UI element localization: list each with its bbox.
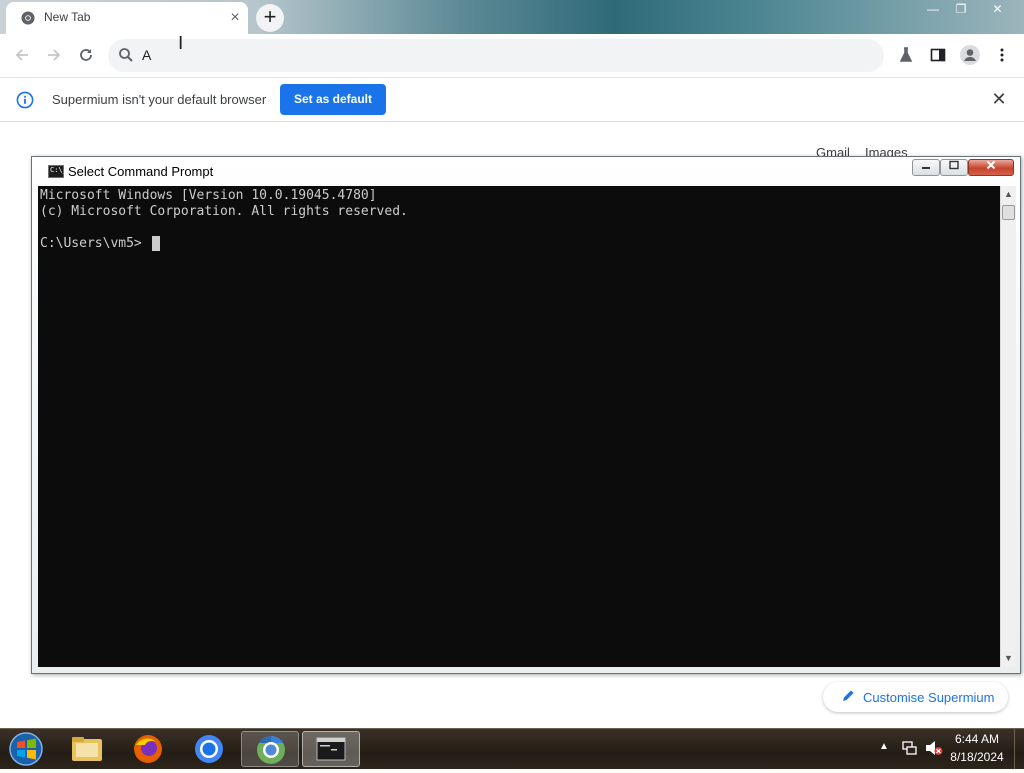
- browser-tab-strip: New Tab × + — ❐ ✕: [0, 0, 1024, 34]
- minimize-icon: [922, 167, 930, 169]
- console-caret: [152, 236, 160, 251]
- taskbar: ▲ 6:44 AM 8/18/2024: [0, 728, 1024, 769]
- tab-title: New Tab: [44, 10, 91, 24]
- flask-icon: [899, 47, 913, 62]
- chromium-icon: [257, 736, 285, 764]
- tab-close-icon[interactable]: ×: [225, 8, 245, 28]
- console-line: (c) Microsoft Corporation. All rights re…: [40, 204, 408, 219]
- default-browser-infobar: Supermium isn't your default browser Set…: [0, 77, 1024, 122]
- kebab-menu-icon: [1000, 48, 1004, 62]
- cmd-minimize-button[interactable]: [912, 159, 940, 176]
- folder-icon: [72, 737, 102, 761]
- cmd-maximize-button[interactable]: [940, 159, 968, 176]
- infobar-message: Supermium isn't your default browser: [52, 92, 267, 107]
- infobar-close-icon[interactable]: ✕: [988, 88, 1010, 110]
- start-button[interactable]: [6, 730, 46, 768]
- new-tab-button[interactable]: +: [256, 4, 284, 32]
- scrollbar-thumb[interactable]: [1002, 205, 1015, 220]
- back-button[interactable]: [8, 41, 36, 69]
- clock-time[interactable]: 6:44 AM: [948, 732, 1006, 746]
- reload-icon: [80, 49, 92, 61]
- browser-menu-button[interactable]: [988, 41, 1016, 69]
- firefox-icon: [134, 735, 162, 763]
- console-line: Microsoft Windows [Version 10.0.19045.47…: [40, 188, 377, 203]
- customise-button[interactable]: Customise Supermium: [823, 682, 1008, 712]
- pencil-icon: [843, 690, 854, 701]
- window-close-button[interactable]: ✕: [975, 1, 1020, 18]
- info-icon: [16, 91, 34, 109]
- address-bar[interactable]: A: [108, 39, 884, 72]
- window-maximize-button[interactable]: ❐: [947, 1, 975, 18]
- console-output-area[interactable]: Microsoft Windows [Version 10.0.19045.47…: [38, 186, 1000, 667]
- scroll-up-arrow-icon[interactable]: ▲: [1001, 186, 1016, 203]
- scroll-down-arrow-icon[interactable]: ▼: [1001, 650, 1016, 667]
- command-prompt-title: Select Command Prompt: [68, 164, 214, 179]
- side-panel-button[interactable]: [924, 41, 952, 69]
- side-panel-icon: [930, 48, 946, 62]
- address-bar-text: A: [142, 47, 152, 63]
- chrome-favicon-icon: [21, 11, 35, 25]
- search-icon: [119, 48, 133, 62]
- reload-button[interactable]: [72, 41, 100, 69]
- taskbar-file-explorer[interactable]: [58, 731, 116, 767]
- text-cursor-icon: I: [178, 33, 184, 54]
- chrome-icon: [195, 735, 223, 763]
- taskbar-firefox[interactable]: [119, 731, 177, 767]
- command-prompt-taskbar-icon: [316, 737, 346, 761]
- extensions-button[interactable]: [892, 41, 920, 69]
- customise-label: Customise Supermium: [863, 690, 995, 705]
- profile-button[interactable]: [956, 41, 984, 69]
- cmd-close-button[interactable]: [968, 159, 1014, 176]
- command-prompt-window[interactable]: C:\_ Select Command Prompt Microsoft Win…: [31, 156, 1021, 674]
- show-desktop-button[interactable]: [1014, 729, 1024, 769]
- arrow-left-icon: [15, 49, 28, 61]
- browser-toolbar: A: [0, 34, 1024, 77]
- tray-overflow-arrow-icon[interactable]: ▲: [879, 741, 889, 752]
- window-minimize-button[interactable]: —: [919, 1, 947, 18]
- taskbar-command-prompt[interactable]: [302, 731, 360, 767]
- profile-avatar-icon: [960, 45, 980, 65]
- forward-button[interactable]: [40, 41, 68, 69]
- close-icon: [986, 160, 996, 170]
- arrow-right-icon: [48, 49, 61, 61]
- maximize-icon: [949, 160, 959, 170]
- clock-date[interactable]: 8/18/2024: [948, 750, 1006, 764]
- set-as-default-button[interactable]: Set as default: [280, 84, 386, 115]
- console-prompt: C:\Users\vm5>: [40, 236, 142, 251]
- command-prompt-icon-text: C:\_: [50, 166, 67, 174]
- command-prompt-icon: C:\_: [48, 165, 67, 178]
- windows-orb-icon: [9, 732, 43, 766]
- taskbar-chrome[interactable]: [180, 731, 238, 767]
- console-scrollbar[interactable]: ▲ ▼: [1000, 186, 1016, 667]
- taskbar-chromium[interactable]: [241, 731, 299, 767]
- tab-new-tab[interactable]: New Tab ×: [6, 2, 248, 34]
- volume-muted-icon[interactable]: [925, 740, 943, 756]
- network-icon[interactable]: [901, 740, 917, 756]
